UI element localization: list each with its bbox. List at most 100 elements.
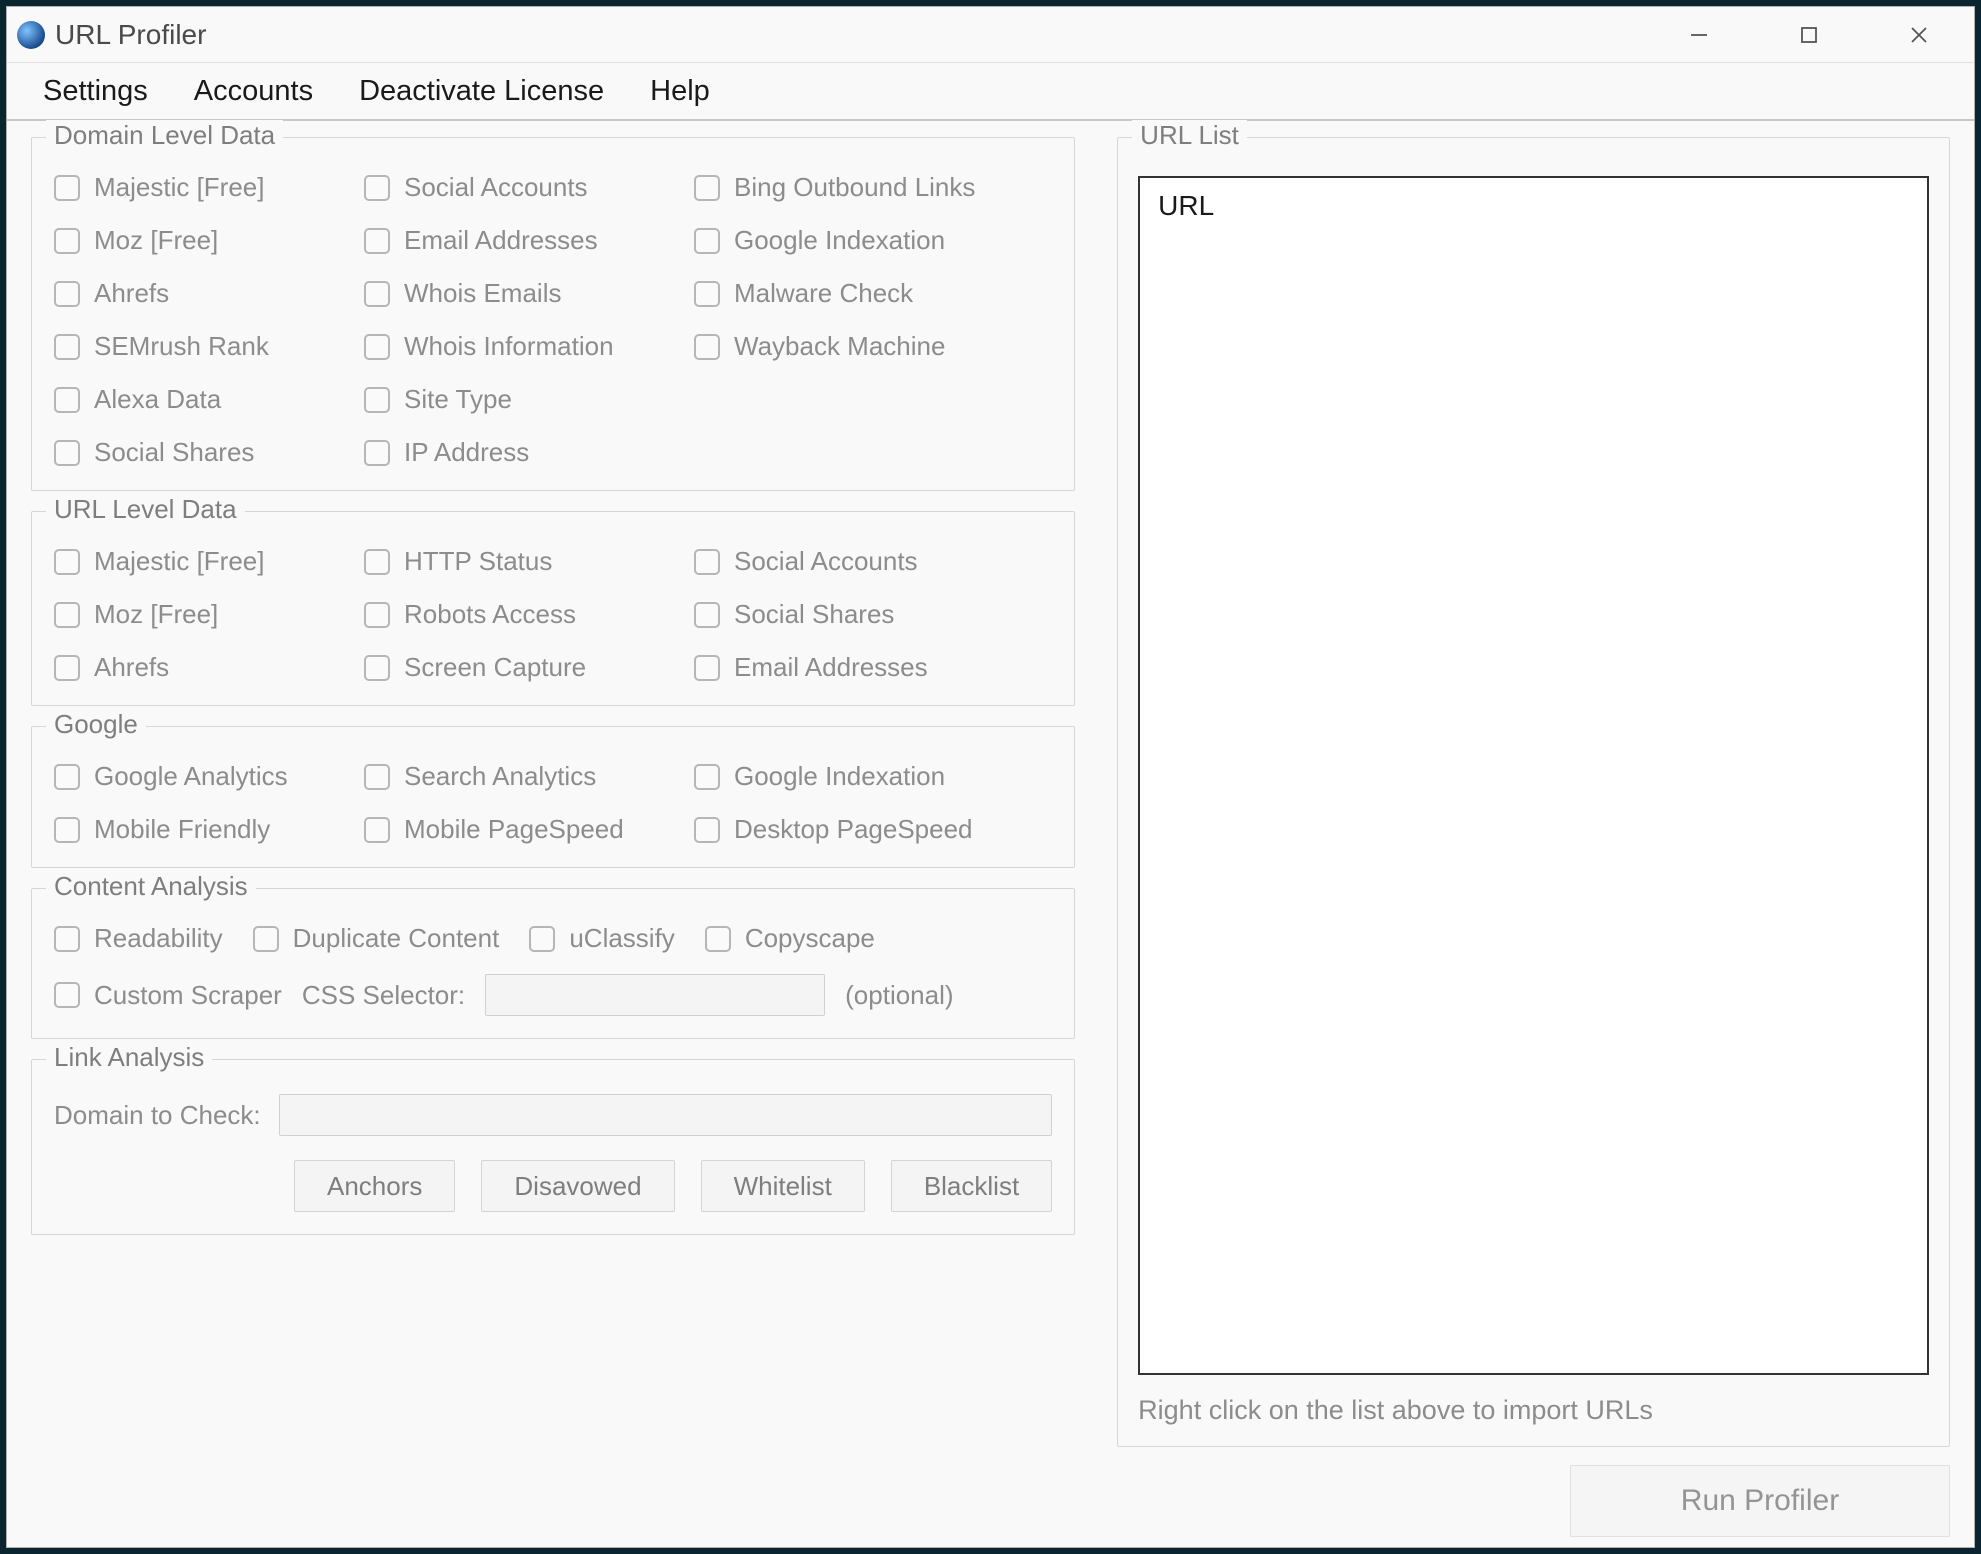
checkbox-icon (694, 549, 720, 575)
chk-social-shares-domain[interactable]: Social Shares (54, 437, 364, 468)
checkbox-icon (364, 281, 390, 307)
chk-label: Moz [Free] (94, 225, 218, 256)
css-selector-input[interactable] (485, 974, 825, 1016)
chk-malware-check[interactable]: Malware Check (694, 278, 1052, 309)
chk-robots-access[interactable]: Robots Access (364, 599, 694, 630)
right-column: URL List URL Right click on the list abo… (1117, 137, 1950, 1537)
chk-wayback-machine[interactable]: Wayback Machine (694, 331, 1052, 362)
domain-to-check-input[interactable] (279, 1094, 1053, 1136)
checkbox-icon (54, 440, 80, 466)
chk-custom-scraper[interactable]: Custom Scraper (54, 980, 282, 1011)
chk-bing-outbound-links[interactable]: Bing Outbound Links (694, 172, 1052, 203)
chk-google-indexation-domain[interactable]: Google Indexation (694, 225, 1052, 256)
chk-google-indexation[interactable]: Google Indexation (694, 761, 1052, 792)
checkbox-icon (694, 817, 720, 843)
chk-uclassify[interactable]: uClassify (529, 923, 674, 954)
checkbox-icon (54, 602, 80, 628)
chk-duplicate-content[interactable]: Duplicate Content (253, 923, 500, 954)
window-title: URL Profiler (55, 19, 1644, 51)
group-title: Google (46, 709, 146, 740)
chk-social-shares-url[interactable]: Social Shares (694, 599, 1052, 630)
chk-desktop-pagespeed[interactable]: Desktop PageSpeed (694, 814, 1052, 845)
menu-settings[interactable]: Settings (43, 75, 148, 108)
chk-moz-url[interactable]: Moz [Free] (54, 599, 364, 630)
content-area: Domain Level Data Majestic [Free] Social… (31, 137, 1950, 1537)
checkbox-icon (364, 387, 390, 413)
chk-mobile-pagespeed[interactable]: Mobile PageSpeed (364, 814, 694, 845)
group-title: URL Level Data (46, 494, 245, 525)
chk-label: Google Analytics (94, 761, 288, 792)
checkbox-icon (54, 281, 80, 307)
anchors-button[interactable]: Anchors (294, 1160, 455, 1212)
checkbox-icon (694, 655, 720, 681)
chk-social-accounts-url[interactable]: Social Accounts (694, 546, 1052, 577)
chk-label: Site Type (404, 384, 512, 415)
chk-alexa-data[interactable]: Alexa Data (54, 384, 364, 415)
checkbox-icon (364, 228, 390, 254)
chk-copyscape[interactable]: Copyscape (705, 923, 875, 954)
chk-label: Search Analytics (404, 761, 596, 792)
chk-label: uClassify (569, 923, 674, 954)
group-url-list: URL List URL Right click on the list abo… (1117, 137, 1950, 1447)
chk-whois-emails[interactable]: Whois Emails (364, 278, 694, 309)
chk-search-analytics[interactable]: Search Analytics (364, 761, 694, 792)
chk-ahrefs-domain[interactable]: Ahrefs (54, 278, 364, 309)
chk-ahrefs-url[interactable]: Ahrefs (54, 652, 364, 683)
checkbox-icon (54, 764, 80, 790)
checkbox-icon (364, 602, 390, 628)
window-controls (1644, 7, 1974, 62)
checkbox-icon (253, 926, 279, 952)
chk-label: Majestic [Free] (94, 546, 265, 577)
close-button[interactable] (1864, 7, 1974, 62)
chk-label: Email Addresses (734, 652, 928, 683)
minimize-button[interactable] (1644, 7, 1754, 62)
checkbox-icon (54, 334, 80, 360)
chk-majestic-url[interactable]: Majestic [Free] (54, 546, 364, 577)
chk-label: Desktop PageSpeed (734, 814, 973, 845)
chk-screen-capture[interactable]: Screen Capture (364, 652, 694, 683)
checkbox-icon (54, 387, 80, 413)
chk-whois-information[interactable]: Whois Information (364, 331, 694, 362)
chk-google-analytics[interactable]: Google Analytics (54, 761, 364, 792)
chk-ip-address[interactable]: IP Address (364, 437, 694, 468)
url-list-area[interactable]: URL (1138, 176, 1929, 1375)
maximize-icon (1800, 26, 1818, 44)
chk-majestic-domain[interactable]: Majestic [Free] (54, 172, 364, 203)
chk-semrush-rank[interactable]: SEMrush Rank (54, 331, 364, 362)
chk-label: Social Accounts (734, 546, 918, 577)
chk-label: Whois Emails (404, 278, 561, 309)
chk-label: Moz [Free] (94, 599, 218, 630)
disavowed-button[interactable]: Disavowed (481, 1160, 674, 1212)
chk-mobile-friendly[interactable]: Mobile Friendly (54, 814, 364, 845)
group-title: Content Analysis (46, 871, 256, 902)
chk-label: Ahrefs (94, 652, 169, 683)
chk-email-addresses-url[interactable]: Email Addresses (694, 652, 1052, 683)
checkbox-icon (364, 440, 390, 466)
chk-label: Readability (94, 923, 223, 954)
menu-deactivate[interactable]: Deactivate License (359, 75, 604, 108)
chk-label: Majestic [Free] (94, 172, 265, 203)
checkbox-icon (705, 926, 731, 952)
chk-moz-domain[interactable]: Moz [Free] (54, 225, 364, 256)
chk-label: Email Addresses (404, 225, 598, 256)
chk-label: Social Accounts (404, 172, 588, 203)
chk-label: Custom Scraper (94, 980, 282, 1011)
chk-social-accounts-domain[interactable]: Social Accounts (364, 172, 694, 203)
checkbox-icon (694, 334, 720, 360)
chk-http-status[interactable]: HTTP Status (364, 546, 694, 577)
whitelist-button[interactable]: Whitelist (701, 1160, 865, 1212)
maximize-button[interactable] (1754, 7, 1864, 62)
menu-accounts[interactable]: Accounts (194, 75, 313, 108)
group-url-level-data: URL Level Data Majestic [Free] HTTP Stat… (31, 511, 1075, 706)
chk-email-addresses-domain[interactable]: Email Addresses (364, 225, 694, 256)
checkbox-icon (694, 175, 720, 201)
menu-help[interactable]: Help (650, 75, 710, 108)
chk-site-type[interactable]: Site Type (364, 384, 694, 415)
chk-readability[interactable]: Readability (54, 923, 223, 954)
chk-label: HTTP Status (404, 546, 552, 577)
chk-label: IP Address (404, 437, 529, 468)
run-profiler-button[interactable]: Run Profiler (1570, 1465, 1950, 1537)
group-title: URL List (1132, 120, 1247, 151)
chk-label: Ahrefs (94, 278, 169, 309)
blacklist-button[interactable]: Blacklist (891, 1160, 1052, 1212)
